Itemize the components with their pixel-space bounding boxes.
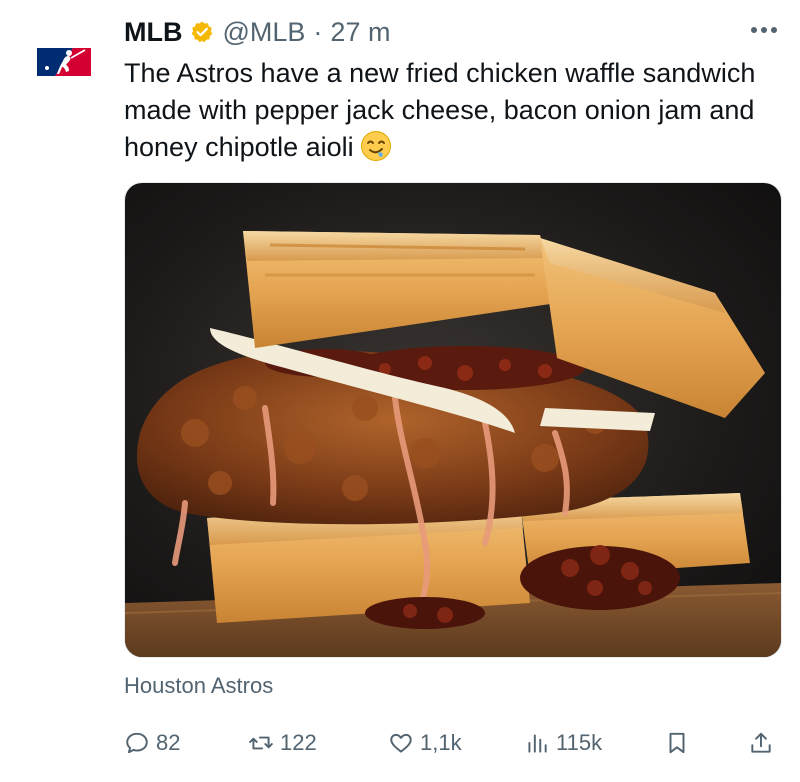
separator-dot: · bbox=[313, 16, 323, 47]
action-bar: 82 122 1,1k 115k bbox=[124, 725, 780, 761]
views-count: 115k bbox=[556, 730, 603, 755]
author-handle[interactable]: @MLB bbox=[222, 17, 305, 48]
like-button[interactable]: 1,1k bbox=[388, 725, 462, 761]
views-button[interactable]: 115k bbox=[524, 725, 602, 761]
tweet-text-body: The Astros have a new fried chicken waff… bbox=[124, 58, 756, 162]
reply-button[interactable]: 82 bbox=[124, 725, 180, 761]
heart-icon bbox=[390, 733, 412, 753]
mlb-logo-icon bbox=[33, 44, 95, 80]
verified-badge-icon[interactable] bbox=[190, 20, 214, 44]
bookmark-button[interactable] bbox=[664, 725, 690, 761]
image-caption[interactable]: Houston Astros bbox=[124, 673, 273, 699]
retweet-icon bbox=[249, 736, 273, 750]
share-button[interactable] bbox=[748, 725, 774, 761]
tweet-image[interactable] bbox=[124, 182, 782, 658]
mlb-logo-avatar[interactable] bbox=[33, 44, 95, 80]
tweet[interactable]: MLB @MLB · 27 m The Astros have a new fr… bbox=[0, 0, 800, 782]
bookmark-icon bbox=[669, 732, 685, 754]
drooling-face-emoji-icon bbox=[360, 130, 392, 162]
like-count: 1,1k bbox=[420, 730, 462, 755]
share-icon bbox=[751, 732, 771, 753]
reply-icon bbox=[126, 732, 148, 754]
reply-count: 82 bbox=[156, 730, 181, 755]
sandwich-photo bbox=[125, 183, 781, 657]
tweet-text: The Astros have a new fried chicken waff… bbox=[124, 55, 764, 166]
views-bar-chart-icon bbox=[528, 734, 547, 753]
retweet-count: 122 bbox=[280, 730, 317, 755]
timestamp[interactable]: 27 m bbox=[330, 17, 390, 48]
author-name[interactable]: MLB bbox=[124, 17, 182, 48]
tweet-header: MLB @MLB · 27 m bbox=[124, 12, 390, 52]
more-options-icon[interactable] bbox=[748, 18, 780, 42]
retweet-button[interactable]: 122 bbox=[248, 725, 317, 761]
